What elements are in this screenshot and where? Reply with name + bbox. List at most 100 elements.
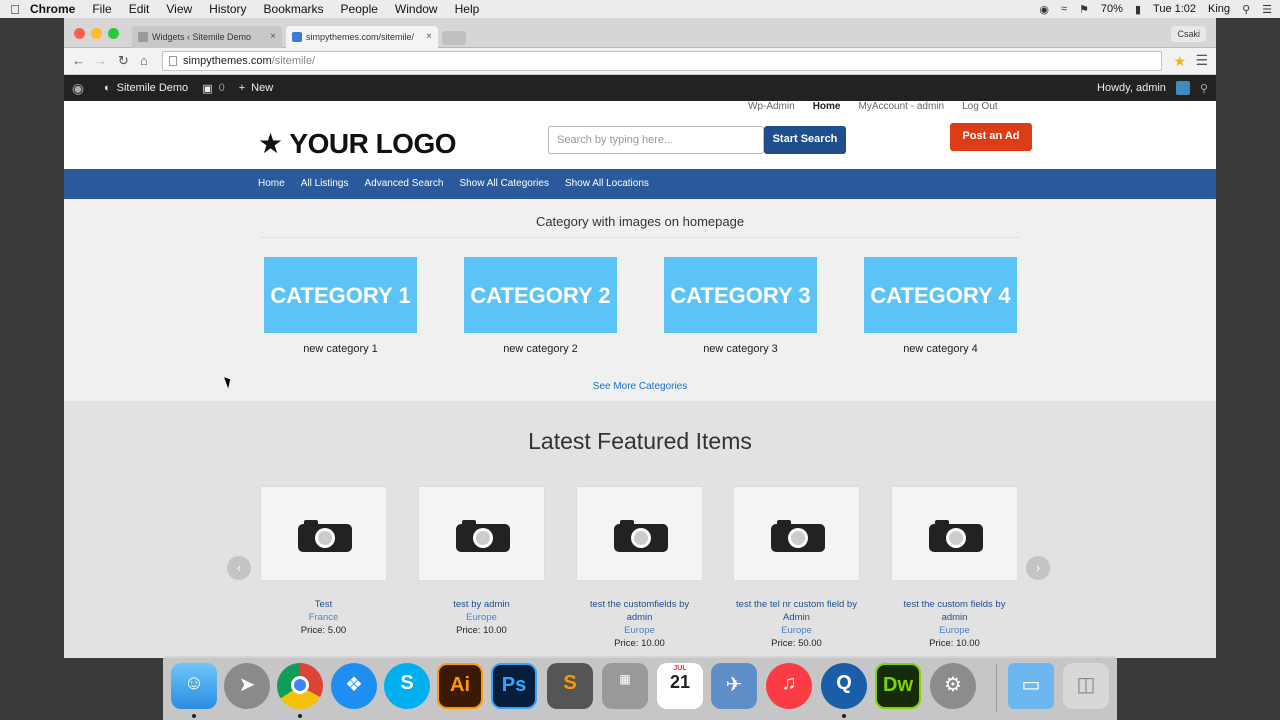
record-icon[interactable]: ◉ — [1039, 3, 1049, 16]
profile-button[interactable]: Csaki — [1171, 26, 1206, 42]
quicktime-icon[interactable]: Q — [821, 663, 867, 709]
menu-people[interactable]: People — [341, 2, 378, 16]
menu-app-chrome[interactable]: Chrome — [30, 2, 75, 16]
safari-icon[interactable]: ❖ — [331, 663, 377, 709]
battery-icon[interactable]: ▮ — [1135, 3, 1141, 16]
see-more-categories-link[interactable]: See More Categories — [64, 381, 1216, 392]
nav-show-all-locations[interactable]: Show All Locations — [559, 169, 655, 199]
item-title[interactable]: test the custom fields by admin — [891, 598, 1018, 624]
apple-icon[interactable]:  — [0, 2, 30, 17]
admin-search-icon[interactable]: ⚲ — [1200, 82, 1208, 95]
featured-item[interactable]: test the custom fields by admin Europe P… — [891, 486, 1018, 651]
nav-home[interactable]: Home — [252, 169, 291, 199]
clock[interactable]: Tue 1:02 — [1153, 3, 1196, 15]
skype-icon[interactable]: S — [384, 663, 430, 709]
calculator-icon[interactable]: ▦ — [602, 663, 648, 709]
avatar[interactable] — [1175, 81, 1190, 95]
nav-all-listings[interactable]: All Listings — [295, 169, 355, 199]
item-location[interactable]: Europe — [891, 624, 1018, 637]
home-icon[interactable]: ⌂ — [140, 53, 148, 68]
folder-icon[interactable]: ▭ — [1008, 663, 1054, 709]
address-bar[interactable]: simpythemes.com/sitemile/ — [162, 51, 1162, 71]
menu-file[interactable]: File — [92, 2, 111, 16]
item-location[interactable]: Europe — [576, 624, 703, 637]
itunes-icon[interactable]: ♫ — [766, 663, 812, 709]
reload-icon[interactable]: ↻ — [118, 53, 129, 69]
spotlight-icon[interactable]: ⚲ — [1242, 3, 1250, 16]
howdy-link[interactable]: Howdy, admin — [1097, 82, 1166, 94]
chrome-menu-icon[interactable]: ☰ — [1195, 52, 1208, 69]
category-label[interactable]: new category 3 — [664, 343, 817, 355]
comments-link[interactable]: ▣ 0 — [202, 82, 225, 95]
notification-center-icon[interactable]: ☰ — [1262, 3, 1272, 16]
featured-item[interactable]: test by admin Europe Price: 10.00 — [418, 486, 545, 638]
category-image[interactable]: CATEGORY 3 — [664, 257, 817, 333]
item-title[interactable]: Test — [260, 598, 387, 611]
tab-sitemile[interactable]: simpythemes.com/sitemile/ × — [286, 26, 438, 48]
back-icon[interactable]: ← — [72, 53, 85, 68]
wifi-icon[interactable]: ≈ — [1061, 3, 1067, 15]
flag-icon[interactable]: ⚑ — [1079, 3, 1089, 16]
item-thumbnail[interactable] — [891, 486, 1018, 581]
menu-window[interactable]: Window — [395, 2, 438, 16]
site-name-link[interactable]: ◐ Sitemile Demo — [104, 82, 188, 94]
item-thumbnail[interactable] — [576, 486, 703, 581]
start-search-button[interactable]: Start Search — [764, 126, 846, 154]
photoshop-icon[interactable]: Ps — [491, 663, 537, 709]
system-preferences-icon[interactable]: ⚙ — [930, 663, 976, 709]
category-card[interactable]: CATEGORY 2 new category 2 — [464, 257, 617, 355]
menu-history[interactable]: History — [209, 2, 246, 16]
close-tab-icon[interactable]: × — [426, 31, 432, 42]
menu-edit[interactable]: Edit — [129, 2, 150, 16]
wordpress-logo-icon[interactable]: ◉ — [66, 76, 90, 100]
category-label[interactable]: new category 1 — [264, 343, 417, 355]
link-my-account[interactable]: MyAccount - admin — [858, 101, 944, 112]
item-thumbnail[interactable] — [733, 486, 860, 581]
menu-view[interactable]: View — [166, 2, 192, 16]
category-image[interactable]: CATEGORY 2 — [464, 257, 617, 333]
trash-icon[interactable]: ◫ — [1063, 663, 1109, 709]
item-title[interactable]: test the customfields by admin — [576, 598, 703, 624]
sublime-icon[interactable]: S — [547, 663, 593, 709]
category-image[interactable]: CATEGORY 1 — [264, 257, 417, 333]
item-title[interactable]: test the tel nr custom field by Admin — [733, 598, 860, 624]
user-name[interactable]: King — [1208, 3, 1230, 15]
zoom-window-button[interactable] — [108, 28, 119, 39]
minimize-window-button[interactable] — [91, 28, 102, 39]
item-location[interactable]: France — [260, 611, 387, 624]
carousel-next-button[interactable]: › — [1026, 556, 1050, 580]
category-card[interactable]: CATEGORY 3 new category 3 — [664, 257, 817, 355]
category-image[interactable]: CATEGORY 4 — [864, 257, 1017, 333]
link-home[interactable]: Home — [813, 101, 841, 112]
tab-widgets[interactable]: Widgets ‹ Sitemile Demo × — [132, 26, 282, 48]
category-label[interactable]: new category 4 — [864, 343, 1017, 355]
item-location[interactable]: Europe — [418, 611, 545, 624]
category-card[interactable]: CATEGORY 4 new category 4 — [864, 257, 1017, 355]
finder-icon[interactable]: ☺ — [171, 663, 217, 709]
featured-item[interactable]: test the tel nr custom field by Admin Eu… — [733, 486, 860, 651]
new-tab-button[interactable] — [442, 31, 466, 45]
item-title[interactable]: test by admin — [418, 598, 545, 611]
forward-icon[interactable]: → — [94, 53, 107, 68]
post-ad-button[interactable]: Post an Ad — [950, 123, 1032, 151]
chrome-icon[interactable] — [277, 663, 323, 709]
search-input[interactable]: Search by typing here... — [548, 126, 764, 154]
item-thumbnail[interactable] — [418, 486, 545, 581]
calendar-icon[interactable]: JUL 21 — [657, 663, 703, 709]
page-info-icon[interactable] — [169, 56, 177, 66]
new-content-link[interactable]: + New — [239, 82, 273, 94]
site-logo[interactable]: ★ YOUR LOGO — [258, 127, 457, 160]
carousel-prev-button[interactable]: ‹ — [227, 556, 251, 580]
preview-icon[interactable]: ✈ — [711, 663, 757, 709]
category-card[interactable]: CATEGORY 1 new category 1 — [264, 257, 417, 355]
menu-bookmarks[interactable]: Bookmarks — [264, 2, 324, 16]
category-label[interactable]: new category 2 — [464, 343, 617, 355]
nav-advanced-search[interactable]: Advanced Search — [359, 169, 450, 199]
item-thumbnail[interactable] — [260, 486, 387, 581]
launchpad-icon[interactable]: ➤ — [224, 663, 270, 709]
item-location[interactable]: Europe — [733, 624, 860, 637]
bookmark-star-icon[interactable]: ★ — [1173, 53, 1186, 70]
battery-percent[interactable]: 70% — [1101, 3, 1123, 15]
close-tab-icon[interactable]: × — [270, 31, 276, 42]
close-window-button[interactable] — [74, 28, 85, 39]
